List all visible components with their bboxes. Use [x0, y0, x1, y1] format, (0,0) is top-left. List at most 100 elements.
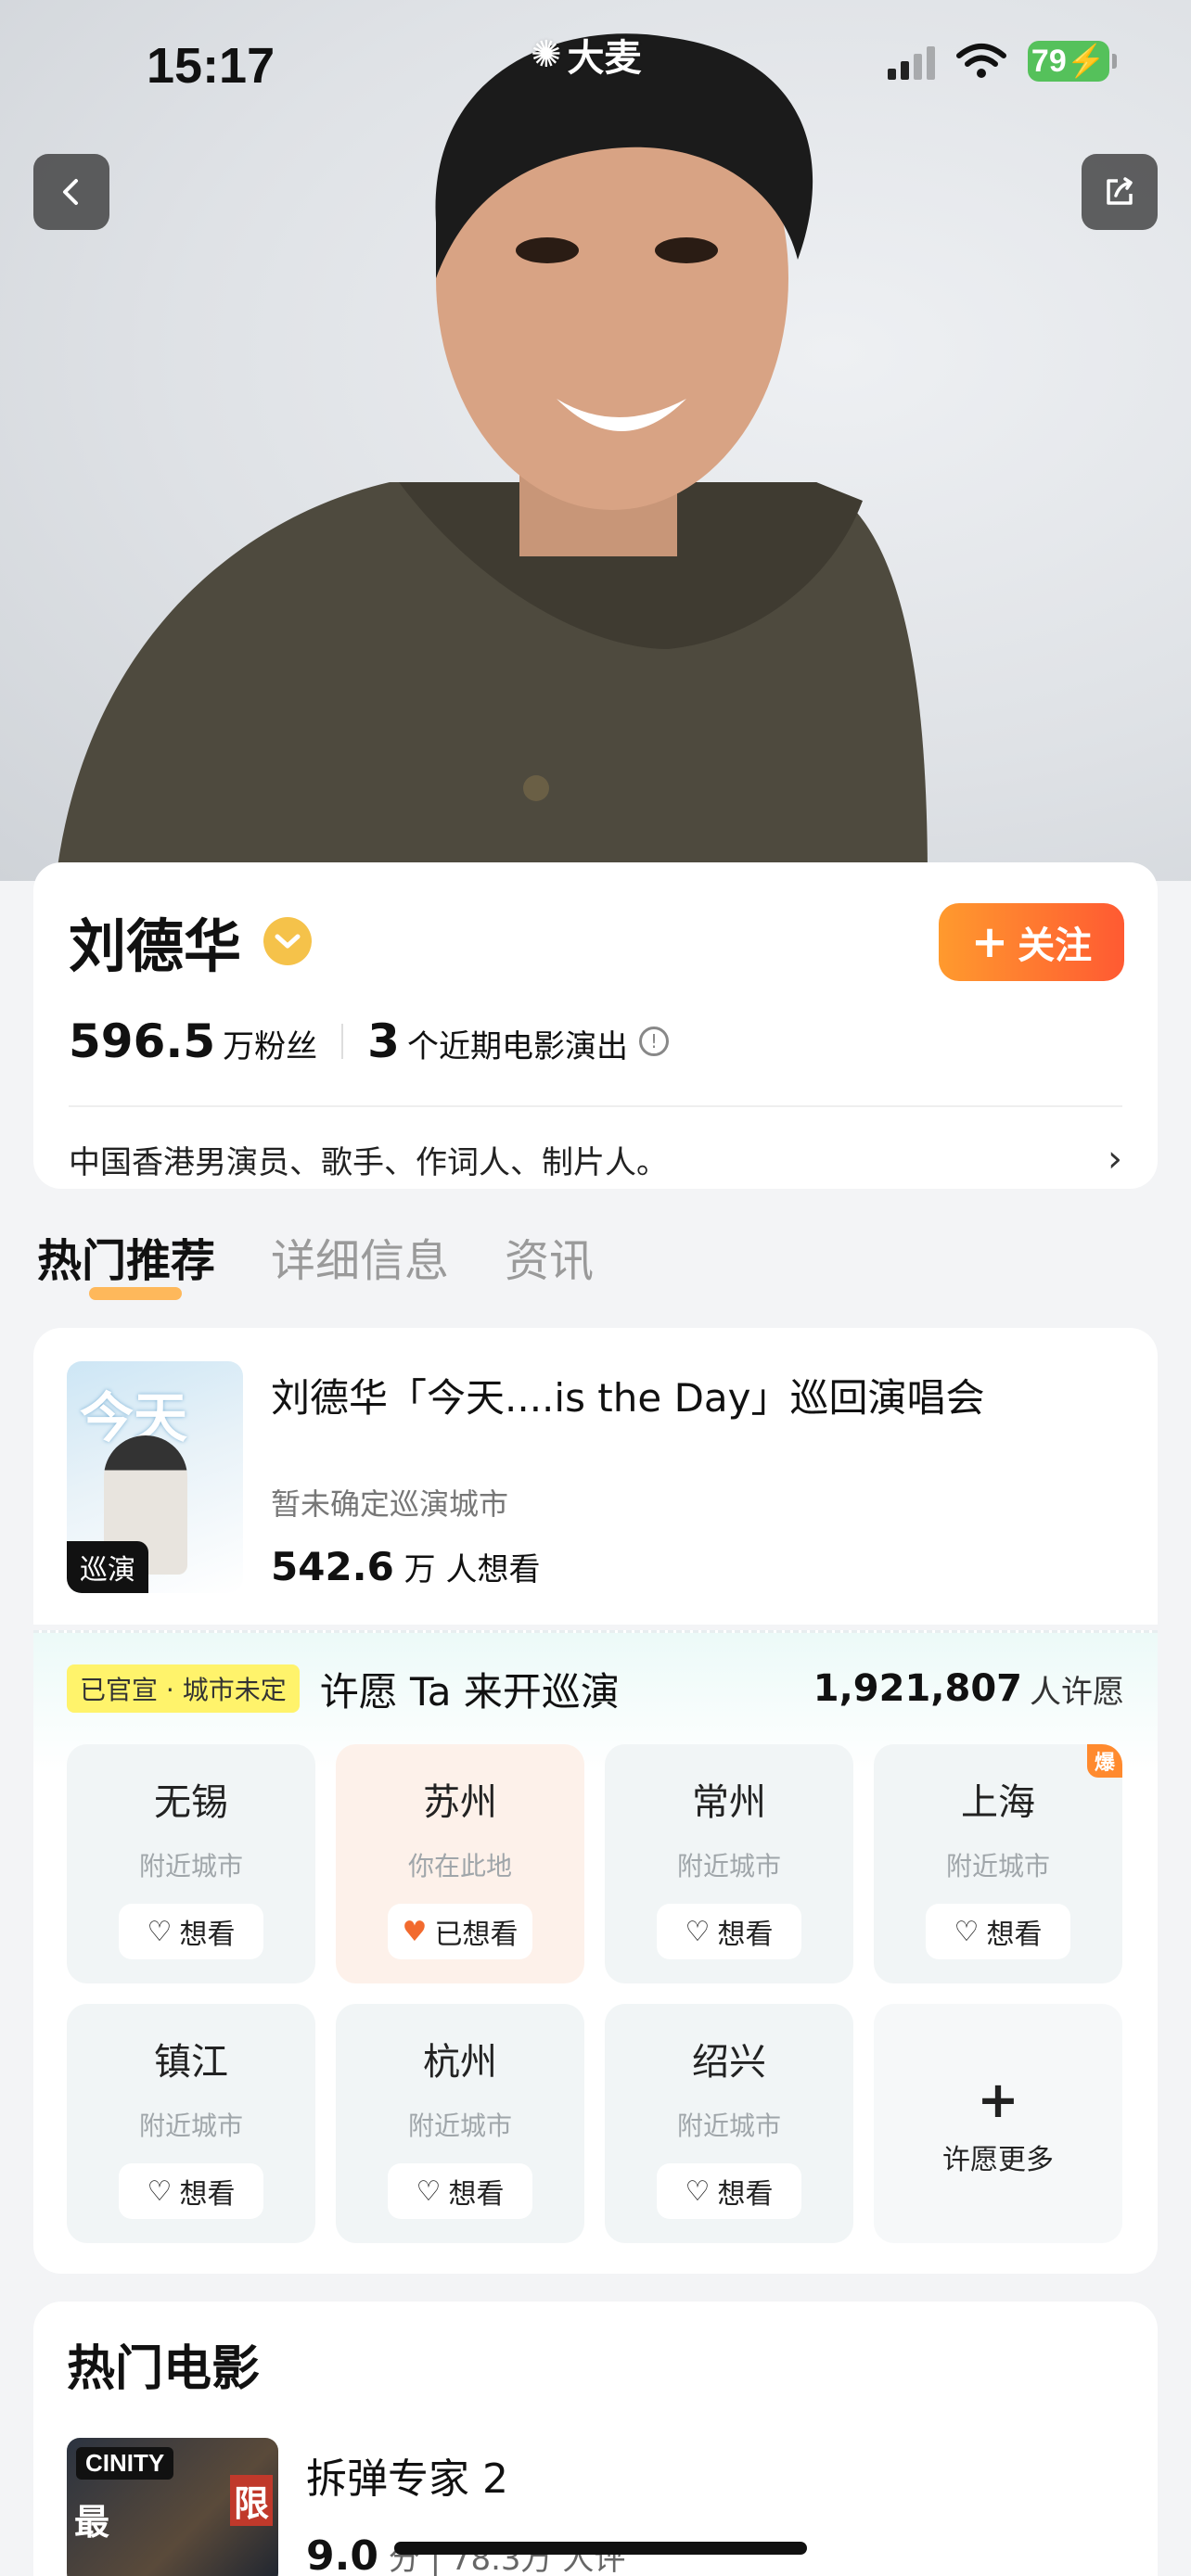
home-indicator: [394, 2542, 807, 2555]
chevron-left-icon: [63, 179, 78, 205]
back-button[interactable]: [33, 154, 109, 230]
want-label: 想看: [717, 1919, 774, 1951]
want-button[interactable]: ♡ 想看: [119, 2163, 263, 2219]
plus-icon: +: [977, 2070, 1019, 2129]
app-logo: ✺ 大麦: [531, 28, 642, 82]
want-label: 想看: [717, 2178, 774, 2211]
poster-text: 最: [74, 2502, 110, 2543]
content-tabs: 热门推荐 详细信息 资讯: [37, 1224, 594, 1300]
stats-divider: [341, 1024, 344, 1059]
city-name: 无锡: [154, 1781, 228, 1824]
city-tile-wuxi[interactable]: 无锡 附近城市 ♡ 想看: [67, 1744, 315, 1983]
want-unit: 万 人想看: [403, 1551, 541, 1588]
city-tile-zhenjiang[interactable]: 镇江 附近城市 ♡ 想看: [67, 2004, 315, 2243]
city-tile-hangzhou[interactable]: 杭州 附近城市 ♡ 想看: [336, 2004, 584, 2243]
wish-more-button[interactable]: + 许愿更多: [874, 2004, 1122, 2243]
logo-icon: ✺: [531, 33, 562, 76]
events-label: 个近期电影演出: [406, 1028, 628, 1065]
city-name: 镇江: [154, 2041, 228, 2084]
heart-plus-icon: ♡: [685, 1915, 711, 1948]
wish-title: 许愿 Ta 来开巡演: [319, 1668, 620, 1715]
city-name: 苏州: [423, 1781, 497, 1824]
wish-tour-card: 已官宣 · 城市未定 许愿 Ta 来开巡演 1,921,807 人许愿 无锡 附…: [33, 1630, 1158, 2274]
want-label: 想看: [448, 2178, 505, 2211]
tour-tag: 巡演: [67, 1541, 148, 1593]
wish-more-label: 许愿更多: [942, 2143, 1054, 2176]
want-button[interactable]: ♡ 想看: [119, 1904, 263, 1959]
status-time: 15:17: [147, 38, 275, 94]
wish-count-unit: 人许愿: [1030, 1673, 1124, 1711]
city-sub: 附近城市: [138, 2111, 243, 2141]
announce-badge: 已官宣 · 城市未定: [67, 1664, 300, 1713]
movie-item[interactable]: CINITY 最 限 拆弹专家 2 9.0 分 | 78.3万 人评: [67, 2438, 1124, 2576]
bio-row[interactable]: 中国香港男演员、歌手、作词人、制片人。 ›: [69, 1107, 1122, 1211]
event-want-count: 542.6 万 人想看: [271, 1544, 985, 1589]
follow-label: 关注: [1018, 925, 1093, 967]
battery-level: 79: [1031, 43, 1067, 79]
city-sub: 附近城市: [138, 1851, 243, 1881]
want-label: 想看: [179, 2178, 236, 2211]
artist-profile-card: 刘德华 + 关注 596.5 万粉丝 3 个近期电影演出 ! 中国香港男演员、歌…: [33, 862, 1158, 1189]
city-grid: 无锡 附近城市 ♡ 想看 苏州 你在此地 ♥ 已想看 常州 附近城市 ♡ 想看 爆 上…: [67, 1744, 1124, 2243]
score-value: 9.0: [306, 2532, 378, 2576]
hot-movies-section: 热门电影 CINITY 最 限 拆弹专家 2 9.0 分 | 78.3万 人评: [33, 2302, 1158, 2576]
hot-tag: 爆: [1086, 1744, 1122, 1778]
info-icon[interactable]: !: [638, 1027, 669, 1056]
movie-name: 拆弹专家 2: [306, 2455, 508, 2503]
follow-button[interactable]: + 关注: [939, 903, 1124, 981]
city-name: 上海: [961, 1781, 1035, 1824]
city-name: 常州: [692, 1781, 766, 1824]
want-button[interactable]: ♡ 想看: [657, 2163, 801, 2219]
city-name: 绍兴: [692, 2041, 766, 2084]
wish-count: 1,921,807: [813, 1667, 1022, 1710]
logo-text: 大麦: [567, 37, 642, 80]
heart-filled-icon: ♥: [402, 1915, 428, 1948]
plus-icon: +: [970, 916, 1009, 968]
want-label: 已想看: [434, 1919, 519, 1951]
event-poster: 今天 巡演: [67, 1361, 243, 1593]
artist-name: 刘德华: [69, 912, 242, 980]
fans-count: 596.5: [69, 1014, 216, 1068]
battery-icon: 79 ⚡: [1028, 41, 1117, 82]
cellular-signal-icon: [888, 43, 935, 80]
city-tile-shanghai[interactable]: 爆 上海 附近城市 ♡ 想看: [874, 1744, 1122, 1983]
want-button[interactable]: ♡ 想看: [388, 2163, 532, 2219]
movie-poster: CINITY 最 限: [67, 2438, 278, 2576]
poster-text: 限: [229, 2475, 273, 2526]
artist-portrait: [56, 33, 928, 881]
share-icon: [1107, 177, 1133, 205]
heart-plus-icon: ♡: [147, 2174, 173, 2208]
heart-plus-icon: ♡: [416, 2174, 442, 2208]
want-button[interactable]: ♡ 想看: [926, 1904, 1070, 1959]
city-tile-changzhou[interactable]: 常州 附近城市 ♡ 想看: [605, 1744, 853, 1983]
share-button[interactable]: [1082, 154, 1158, 230]
tab-news[interactable]: 资讯: [505, 1224, 594, 1289]
heart-plus-icon: ♡: [147, 1915, 173, 1948]
city-sub: 附近城市: [945, 1851, 1050, 1881]
verified-badge-icon: [263, 917, 313, 965]
want-button[interactable]: ♡ 想看: [657, 1904, 801, 1959]
city-tile-shaoxing[interactable]: 绍兴 附近城市 ♡ 想看: [605, 2004, 853, 2243]
wanted-button[interactable]: ♥ 已想看: [388, 1904, 532, 1959]
heart-plus-icon: ♡: [954, 1915, 980, 1948]
event-title: 刘德华「今天....is the Day」巡回演唱会: [271, 1375, 985, 1421]
want-label: 想看: [179, 1919, 236, 1951]
event-city-status: 暂未确定巡演城市: [271, 1486, 509, 1522]
wifi-icon: [956, 44, 1006, 78]
fans-unit: 万粉丝: [223, 1028, 318, 1065]
city-sub: 附近城市: [676, 2111, 781, 2141]
artist-hero-image: 15:17 ✺ 大麦 79 ⚡: [0, 0, 1191, 881]
cinity-badge: CINITY: [76, 2447, 174, 2480]
city-sub: 附近城市: [676, 1851, 781, 1881]
city-name: 杭州: [423, 2041, 497, 2084]
concert-event-card[interactable]: 今天 巡演 刘德华「今天....is the Day」巡回演唱会 暂未确定巡演城…: [33, 1328, 1158, 1625]
status-indicators: 79 ⚡: [888, 41, 1117, 82]
artist-bio: 中国香港男演员、歌手、作词人、制片人。: [69, 1143, 668, 1181]
city-sub: 你在此地: [407, 1851, 512, 1881]
tab-details[interactable]: 详细信息: [271, 1224, 449, 1289]
tab-hot-recommend[interactable]: 热门推荐: [37, 1224, 215, 1300]
city-tile-suzhou[interactable]: 苏州 你在此地 ♥ 已想看: [336, 1744, 584, 1983]
want-number: 542.6: [271, 1544, 394, 1589]
city-sub: 附近城市: [407, 2111, 512, 2141]
events-count: 3: [367, 1014, 400, 1068]
